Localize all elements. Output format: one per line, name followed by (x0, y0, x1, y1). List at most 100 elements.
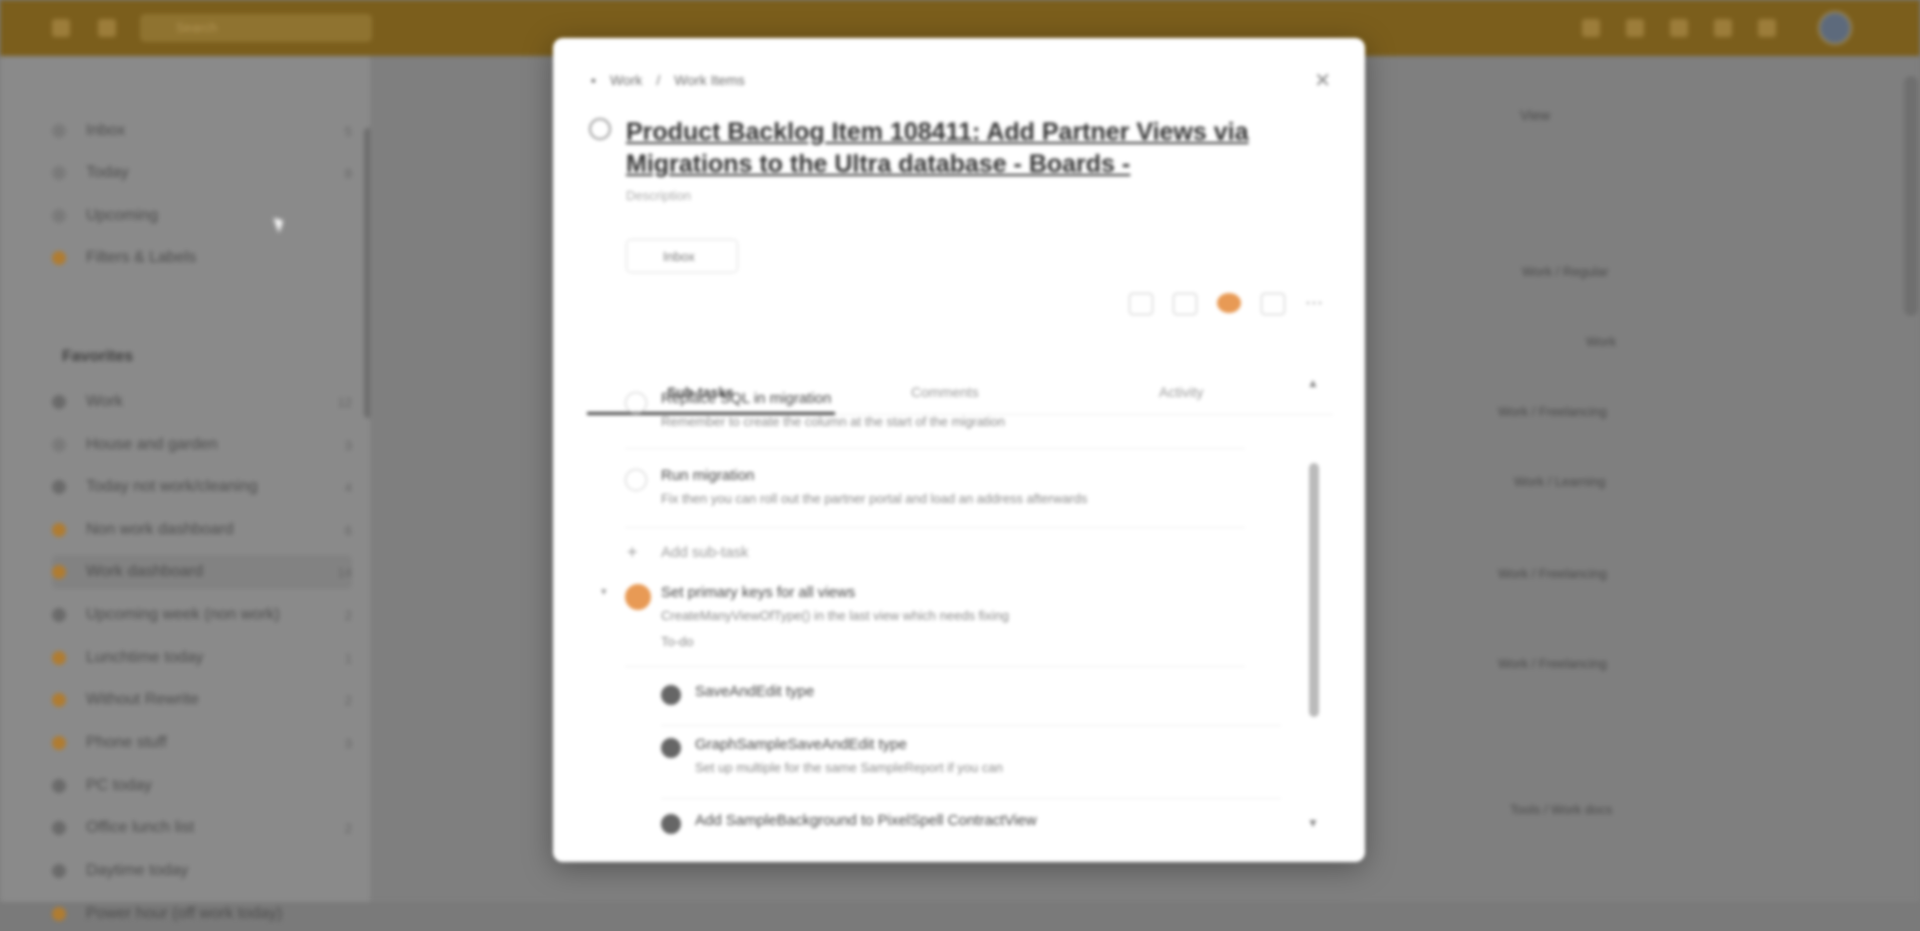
breadcrumb-project[interactable]: Work (610, 72, 642, 88)
subtask-checkbox[interactable] (661, 814, 681, 834)
project-label: Work / Freelancing (1498, 566, 1607, 581)
project-label: Work / Freelancing (1498, 656, 1607, 671)
menu-icon[interactable] (52, 19, 70, 37)
project-label: Work (1586, 334, 1617, 349)
dot-icon (52, 651, 66, 665)
dot-icon (52, 395, 66, 409)
complete-task-checkbox[interactable] (589, 118, 611, 140)
subtask-title: Replace SQL in migration (661, 390, 832, 407)
sidebar-item-upcoming[interactable]: Upcoming (52, 199, 352, 233)
dot-icon (52, 779, 66, 793)
divider (661, 798, 1281, 799)
favorite-daytime[interactable]: Daytime today (52, 854, 352, 888)
project-label: Work / Regular (1522, 264, 1609, 279)
inbox-icon (52, 124, 66, 138)
close-icon[interactable]: ✕ (1314, 68, 1331, 93)
favorite-office-lunch[interactable]: Office lunch list 2 (52, 811, 352, 845)
subtask-title: Add SampleBackground to PixelSpell Contr… (695, 812, 1037, 829)
dot-icon (52, 864, 66, 878)
dot-icon (52, 736, 66, 750)
favorite-work-dashboard[interactable]: Work dashboard 14 (52, 555, 352, 589)
subtask-title: Set primary keys for all views (661, 584, 856, 601)
dot-icon (52, 565, 66, 579)
project-label: Work / Freelancing (1498, 404, 1607, 419)
divider (661, 725, 1281, 726)
divider (625, 666, 1245, 667)
tab-comments[interactable]: Comments (911, 384, 979, 400)
sidebar-item-filters[interactable]: Filters & Labels (52, 241, 352, 275)
dot-icon (52, 438, 66, 452)
chevron-down-icon[interactable]: ▾ (601, 585, 607, 598)
subtasks-scrollbar[interactable] (1309, 463, 1319, 717)
help-icon[interactable] (1670, 19, 1688, 37)
filters-icon (52, 251, 66, 265)
breadcrumb-separator: / (656, 72, 661, 88)
dot-icon (52, 907, 66, 921)
breadcrumb: ▪ Work / Work Items (591, 72, 759, 88)
search-input[interactable]: Search (140, 14, 372, 42)
subtask-checkbox[interactable] (625, 584, 651, 610)
inbox-button[interactable]: Inbox (626, 239, 738, 273)
attachment-icon[interactable] (1129, 293, 1153, 315)
subtask-description: Remember to create the column at the sta… (661, 414, 1005, 429)
task-detail-modal: ▪ Work / Work Items ✕ Product Backlog It… (553, 38, 1365, 862)
favorite-power-hour[interactable]: Power hour (off work today) (52, 897, 352, 931)
sidebar-item-inbox[interactable]: Inbox 5 (52, 114, 352, 148)
favorite-non-work-dashboard[interactable]: Non work dashboard 6 (52, 513, 352, 547)
project-label: Work / Learning (1514, 474, 1606, 489)
favorite-upcoming-week[interactable]: Upcoming week (non work) 2 (52, 598, 352, 632)
scroll-down-icon[interactable]: ▼ (1307, 816, 1319, 830)
dot-icon (52, 821, 66, 835)
scroll-up-icon[interactable]: ▲ (1307, 376, 1319, 390)
view-button[interactable]: View (1520, 107, 1550, 123)
subtask-title: GraphSampleSaveAndEdit type (695, 736, 907, 753)
subtask-checkbox[interactable] (625, 469, 647, 491)
main-scrollbar[interactable] (1904, 76, 1918, 316)
favorite-lunchtime[interactable]: Lunchtime today 1 (52, 641, 352, 675)
bell-icon[interactable] (1714, 19, 1732, 37)
tab-activity[interactable]: Activity (1159, 384, 1203, 400)
project-icon: ▪ (591, 72, 596, 88)
subtask-section: To-do (661, 634, 694, 649)
home-icon[interactable] (98, 19, 116, 37)
calendar-icon (52, 166, 66, 180)
task-title[interactable]: Product Backlog Item 108411: Add Partner… (626, 116, 1266, 180)
subtask-checkbox[interactable] (661, 738, 681, 758)
divider (625, 448, 1245, 449)
dot-icon (52, 480, 66, 494)
subtask-title: SaveAndEdit type (695, 683, 815, 700)
subtask-description: Set up multiple for the same SampleRepor… (695, 760, 1003, 775)
label-icon[interactable] (1261, 293, 1285, 315)
more-options-icon[interactable]: ⋯ (1305, 293, 1327, 313)
subtask-title: Run migration (661, 467, 755, 484)
subtask-checkbox[interactable] (625, 392, 647, 414)
favorite-today-not-work[interactable]: Today not work/cleaning 4 (52, 470, 352, 504)
avatar[interactable] (1818, 11, 1852, 45)
favorite-house[interactable]: House and garden 3 (52, 428, 352, 462)
subtask-description: Fix then you can roll out the partner po… (661, 491, 1088, 506)
divider (625, 527, 1245, 528)
productivity-icon[interactable] (1626, 19, 1644, 37)
plus-icon: + (627, 542, 638, 562)
subtask-description: CreateManyViewOfType() in the last view … (661, 608, 1010, 623)
favorite-phone-stuff[interactable]: Phone stuff 3 (52, 726, 352, 760)
dot-icon (52, 608, 66, 622)
add-subtask-label: Add sub-task (661, 544, 749, 561)
sidebar-item-today[interactable]: Today 8 (52, 156, 352, 190)
favorite-pc-today[interactable]: PC today (52, 769, 352, 803)
upcoming-icon (52, 209, 66, 223)
dot-icon (52, 693, 66, 707)
favorite-work[interactable]: Work 12 (52, 385, 352, 419)
description-field[interactable]: Description (626, 188, 691, 203)
project-label: Tools / Work docs (1510, 802, 1613, 817)
reminder-icon[interactable] (1173, 293, 1197, 315)
settings-icon[interactable] (1758, 19, 1776, 37)
favorite-without-rewrite[interactable]: Without Rewrite 2 (52, 683, 352, 717)
dot-icon (52, 523, 66, 537)
sidebar: Inbox 5 Today 8 Upcoming Filters & Labels … (0, 56, 372, 922)
priority-flag-icon[interactable] (1217, 293, 1241, 313)
favorites-heading[interactable]: Favorites (62, 348, 133, 366)
breadcrumb-section[interactable]: Work Items (674, 72, 745, 88)
subtask-checkbox[interactable] (661, 685, 681, 705)
add-icon[interactable] (1582, 19, 1600, 37)
